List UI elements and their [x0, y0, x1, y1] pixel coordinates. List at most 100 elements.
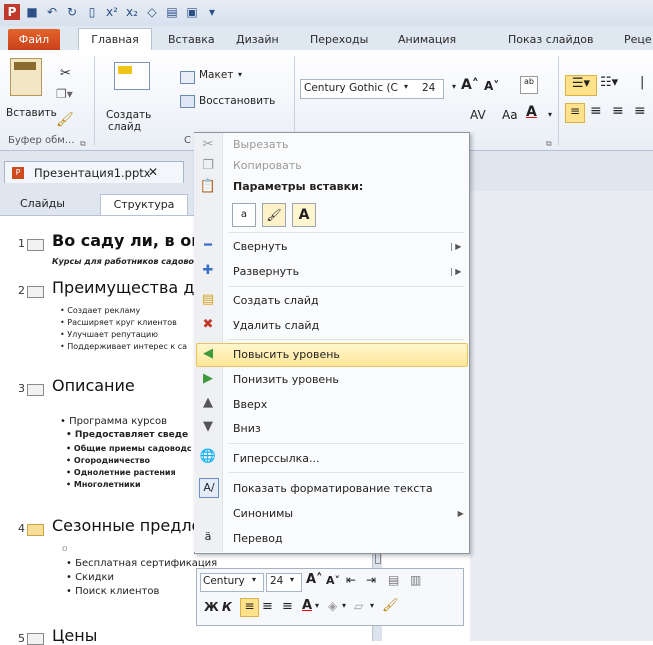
bullet-item[interactable]: • Скидки	[66, 572, 114, 583]
align-right-icon[interactable]: ≡	[612, 103, 624, 119]
bullet-item[interactable]: • Поиск клиентов	[66, 586, 159, 597]
mini-font-color-icon[interactable]: A	[302, 598, 312, 613]
menu-item-cut[interactable]: Вырезать	[233, 138, 288, 151]
slide-title[interactable]: Описание	[52, 376, 135, 395]
menu-item-promote[interactable]: Повысить уровень	[233, 348, 340, 361]
slide-subtitle[interactable]: Курсы для работников садово	[52, 257, 194, 266]
shape-icon[interactable]: ◇	[144, 4, 160, 20]
bullets-icon[interactable]: ☰▾	[565, 75, 597, 96]
superscript-icon[interactable]: x²	[104, 4, 120, 20]
image-icon[interactable]: ▣	[184, 4, 200, 20]
menu-item-collapse[interactable]: Свернуть	[233, 240, 288, 253]
mini-shrink-font-icon[interactable]: A˅	[326, 574, 340, 587]
font-color-dropdown-icon[interactable]: ▾	[548, 110, 552, 119]
font-dialog-launcher-icon[interactable]: ⧉	[546, 139, 552, 149]
paste-button-label[interactable]: Вставить	[6, 107, 57, 119]
mini-grow-font-icon[interactable]: A˄	[306, 572, 323, 587]
menu-item-new-slide[interactable]: Создать слайд	[233, 294, 319, 307]
align-left-icon[interactable]: ≡	[565, 103, 585, 123]
sub-bullet-item[interactable]: • Общие приемы садоводс	[66, 444, 192, 453]
sub-bullet-item[interactable]: • Однолетние растения	[66, 468, 176, 477]
layout-icon[interactable]	[180, 71, 195, 84]
reset-icon[interactable]	[180, 95, 195, 108]
mini-arrange-icon[interactable]: ▥	[410, 573, 421, 587]
menu-item-hyperlink[interactable]: Гиперссылка...	[233, 452, 320, 465]
mini-italic-button[interactable]: К	[222, 600, 232, 614]
copy-icon[interactable]: ❐▾	[56, 87, 73, 101]
menu-item-synonyms[interactable]: Синонимы	[233, 507, 293, 520]
menu-item-copy[interactable]: Копировать	[233, 159, 302, 172]
bullet-item[interactable]: • Бесплатная сертификация	[66, 558, 217, 569]
slide-icon[interactable]	[27, 286, 44, 298]
font-name-dropdown-icon[interactable]: ▾	[404, 82, 408, 91]
grow-font-icon[interactable]: A˄	[461, 77, 479, 93]
mini-align-right-icon[interactable]: ≡	[282, 599, 293, 614]
menu-item-show-formatting[interactable]: Показать форматирование текста	[233, 482, 433, 495]
bullet-item[interactable]: • Поддерживает интерес к са	[60, 342, 187, 351]
sub-bullet-item[interactable]: • Предоставляет сведе	[66, 430, 188, 440]
mini-outline-icon[interactable]: ▱	[354, 599, 363, 613]
menu-item-delete-slide[interactable]: Удалить слайд	[233, 319, 319, 332]
font-color-icon[interactable]: A	[526, 104, 537, 120]
sub-bullet-item[interactable]: • Многолетники	[66, 480, 141, 489]
mini-font-color-dropdown-icon[interactable]: ▾	[315, 601, 319, 610]
mini-layout-icon[interactable]: ▤	[388, 573, 399, 587]
subscript-icon[interactable]: x₂	[124, 4, 140, 20]
sub-bullet-item[interactable]: • Огородничество	[66, 456, 150, 465]
customize-icon[interactable]: ▾	[204, 4, 220, 20]
reset-button[interactable]: Восстановить	[199, 95, 275, 107]
tab-slideshow[interactable]: Показ слайдов	[508, 30, 594, 50]
bullet-item[interactable]: • Расширяет круг клиентов	[60, 318, 177, 327]
font-size-dropdown-icon[interactable]: ▾	[452, 82, 456, 91]
tab-insert[interactable]: Вставка	[168, 30, 215, 50]
mini-decrease-indent-icon[interactable]: ⇤	[346, 573, 356, 587]
save-icon[interactable]: ■	[24, 4, 40, 20]
paste-keep-formatting-button[interactable]: 🖌	[262, 203, 286, 227]
format-painter-icon[interactable]: 🖌	[56, 112, 74, 128]
menu-item-demote[interactable]: Понизить уровень	[233, 373, 339, 386]
redo-icon[interactable]: ↻	[64, 4, 80, 20]
menu-item-expand[interactable]: Развернуть	[233, 265, 299, 278]
slide-title[interactable]: Сезонные предлож	[52, 516, 216, 535]
mini-font-dropdown-icon[interactable]: ▾	[252, 575, 256, 584]
undo-icon[interactable]: ↶	[44, 4, 60, 20]
paste-use-destination-theme-button[interactable]: a	[232, 203, 256, 227]
shrink-font-icon[interactable]: A˅	[484, 79, 499, 93]
mini-fill-icon[interactable]: ◈	[328, 599, 337, 613]
menu-item-translate[interactable]: Перевод	[233, 532, 283, 545]
tab-animation[interactable]: Анимация	[398, 30, 456, 50]
menu-item-move-up[interactable]: Вверх	[233, 398, 267, 411]
print-preview-icon[interactable]: ▤	[164, 4, 180, 20]
slide-icon[interactable]	[27, 524, 44, 536]
av-spacing-icon[interactable]: AV	[470, 108, 486, 122]
tab-file[interactable]: Файл	[8, 29, 60, 50]
mini-size-dropdown-icon[interactable]: ▾	[290, 575, 294, 584]
new-icon[interactable]: ▯	[84, 4, 100, 20]
slide-icon[interactable]	[27, 384, 44, 396]
tab-review[interactable]: Реце	[624, 30, 652, 50]
numbering-icon[interactable]: ☷▾	[600, 75, 618, 90]
slide-title[interactable]: Цены	[52, 626, 97, 645]
app-icon[interactable]: P	[4, 4, 20, 20]
bullet-item[interactable]: • Программа курсов	[60, 416, 167, 427]
mini-format-painter-icon[interactable]: 🖌	[382, 598, 399, 613]
tab-design[interactable]: Дизайн	[236, 30, 279, 50]
close-tab-icon[interactable]: ✕	[148, 165, 158, 179]
dialog-launcher-icon[interactable]: ⧉	[80, 139, 86, 149]
menu-item-move-down[interactable]: Вниз	[233, 422, 261, 435]
clear-format-icon[interactable]: ab	[520, 76, 538, 94]
new-slide-label-2[interactable]: слайд	[108, 121, 141, 133]
justify-icon[interactable]: ≡	[634, 103, 646, 119]
tab-transitions[interactable]: Переходы	[310, 30, 368, 50]
slide-icon[interactable]	[27, 633, 44, 645]
tab-slides[interactable]: Слайды	[20, 194, 65, 214]
slide-title[interactable]: Во саду ли, в ог	[52, 231, 200, 250]
layout-dropdown-icon[interactable]: ▾	[238, 70, 242, 79]
change-case-icon[interactable]: Aa	[502, 108, 518, 122]
mini-align-center-icon[interactable]: ≡	[262, 599, 273, 614]
slide-icon[interactable]	[27, 239, 44, 251]
mini-align-left-icon[interactable]: ≡	[240, 598, 259, 617]
tab-outline[interactable]: Структура	[100, 194, 188, 215]
mini-bold-button[interactable]: Ж	[204, 600, 219, 614]
bullet-item[interactable]: • Улучшает репутацию	[60, 330, 158, 339]
